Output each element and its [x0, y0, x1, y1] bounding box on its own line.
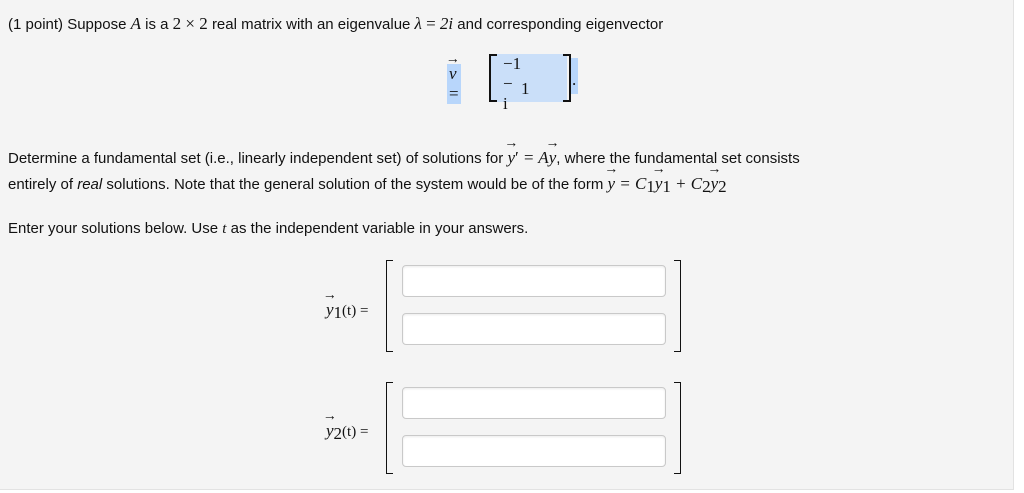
real-emphasis: real — [77, 176, 103, 193]
y-vector: y — [507, 148, 515, 168]
instructions-line-1: Determine a fundamental set (i.e., linea… — [8, 148, 800, 168]
answer-2-right-bracket — [674, 382, 681, 474]
intro-mid: is a — [145, 16, 169, 33]
answer-2-input-1[interactable] — [402, 387, 666, 419]
answer-1-label: y1(t) = — [326, 300, 368, 323]
answer-2-arg: (t) = — [342, 424, 369, 440]
answer-2-left-bracket — [386, 382, 393, 474]
intro-tail: and corresponding eigenvector — [457, 16, 664, 33]
eigenvalue: 2i — [439, 14, 454, 33]
eigenvector-equals: = — [449, 84, 459, 103]
general-solution-c1: = C — [619, 174, 647, 193]
intro-text: Suppose — [67, 16, 127, 33]
t-variable: t — [222, 221, 227, 237]
equals-sign: = — [426, 14, 436, 33]
instructions-text-2b: solutions. Note that the general solutio… — [106, 176, 604, 193]
period-highlight: . — [571, 58, 578, 94]
instructions-line-3: Enter your solutions below. Use t as the… — [8, 220, 528, 238]
instructions-text-3b: as the independent variable in your answ… — [230, 220, 529, 237]
c1-subscript: 1 — [646, 177, 655, 196]
left-bracket — [489, 54, 497, 102]
problem-panel: (1 point) Suppose A is a 2 × 2 real matr… — [0, 0, 1014, 490]
answer-2-label: y2(t) = — [326, 421, 368, 444]
answer-2-input-2[interactable] — [402, 435, 666, 467]
right-bracket — [563, 54, 571, 102]
y-vector-2: y — [549, 148, 557, 168]
answer-1-subscript: 1 — [333, 303, 343, 322]
matrix-symbol: A — [130, 14, 141, 33]
y1-subscript: 1 — [662, 177, 671, 196]
y2-vector: y — [711, 174, 719, 194]
y-vector-3: y — [608, 174, 616, 194]
eigenvector-entry-1: −1 − i — [503, 54, 522, 113]
y1-vector: y — [655, 174, 663, 194]
answer-1-arg: (t) = — [342, 303, 369, 319]
answer-1-left-bracket — [386, 260, 393, 352]
intro-rest: real matrix with an eigenvalue — [211, 16, 411, 33]
instructions-text-1a: Determine a fundamental set (i.e., linea… — [8, 150, 504, 167]
answer-1-input-2[interactable] — [402, 313, 666, 345]
general-solution-c2: + C — [675, 174, 703, 193]
answer-2-subscript: 2 — [333, 424, 343, 443]
eigenvector-period: . — [572, 70, 577, 89]
lambda-symbol: λ — [414, 14, 422, 33]
answer-1-input-1[interactable] — [402, 265, 666, 297]
y2-answer-symbol: y — [326, 421, 334, 441]
y2-subscript: 2 — [718, 177, 727, 196]
eigenvector-lhs: v = — [447, 64, 461, 104]
matrix-dims: 2 × 2 — [172, 14, 208, 33]
eigenvector-symbol: v — [449, 64, 457, 84]
c2-subscript: 2 — [702, 177, 711, 196]
problem-statement: (1 point) Suppose A is a 2 × 2 real matr… — [8, 14, 663, 34]
instructions-line-2: entirely of real solutions. Note that th… — [8, 174, 727, 197]
instructions-text-3a: Enter your solutions below. Use — [8, 220, 219, 237]
points-label: (1 point) — [8, 16, 64, 33]
answer-1-right-bracket — [674, 260, 681, 352]
instructions-text-2a: entirely of — [8, 176, 74, 193]
y1-answer-symbol: y — [326, 300, 334, 320]
eigenvector-entry-2: 1 — [521, 79, 530, 98]
instructions-text-1b: , where the fundamental set consists — [556, 150, 800, 167]
